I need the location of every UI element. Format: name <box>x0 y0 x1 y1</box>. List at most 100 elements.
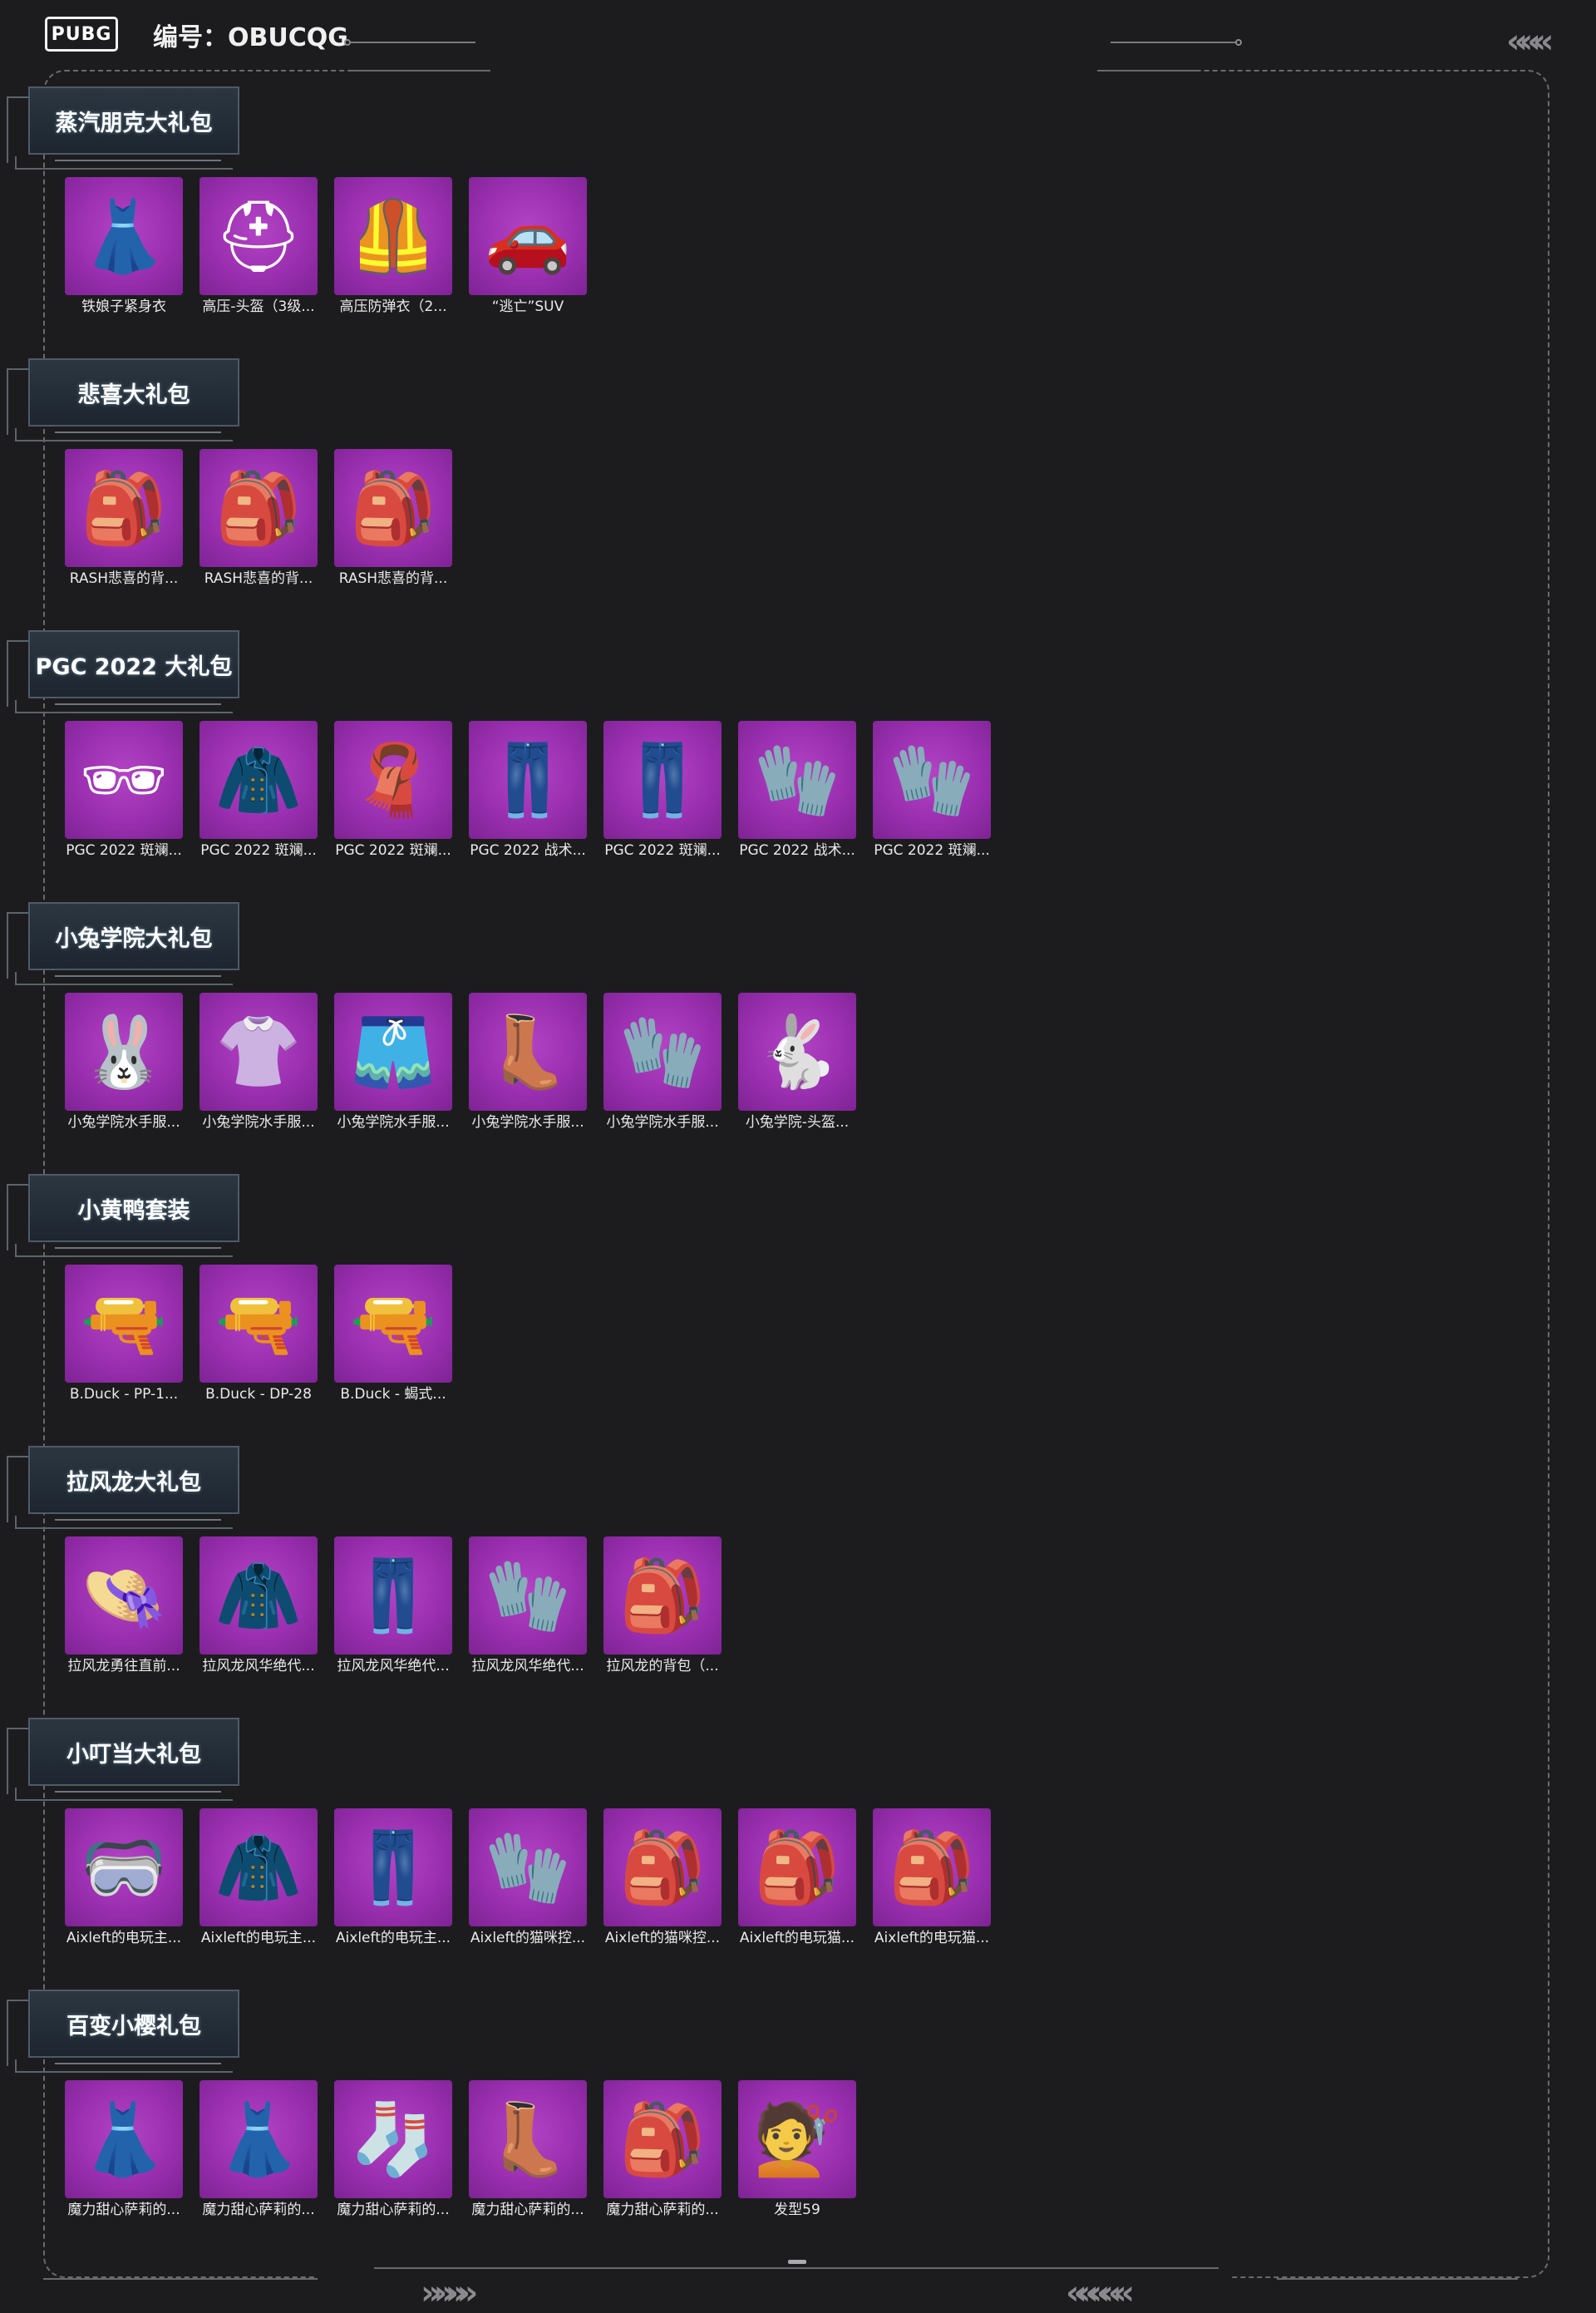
item-card[interactable]: 🧦 魔力甜心萨莉的... <box>334 2080 452 2220</box>
item-card[interactable]: 👗 魔力甜心萨莉的... <box>65 2080 183 2220</box>
item-card[interactable]: 👖 PGC 2022 战术... <box>469 721 587 861</box>
item-card[interactable]: 🦺 高压防弹衣（2... <box>334 177 452 317</box>
vest-icon: 🦺 <box>334 177 452 295</box>
gloves-icon: 🧤 <box>873 721 991 839</box>
item-label: 小兔学院水手服... <box>67 1114 180 1131</box>
item-row: 🐰 小兔学院水手服... 👚 小兔学院水手服... 🩳 小兔学院水手服... 👢 小兔学院水手… <box>65 993 873 1132</box>
item-card[interactable]: 🕶 PGC 2022 斑斓... <box>65 721 183 861</box>
item-image: 👖 <box>484 739 572 821</box>
gift-pack-section: PGC 2022 大礼包 🕶 PGC 2022 斑斓... 🧥 PGC 2022 斑斓.… <box>0 614 1596 885</box>
item-image: 🕶 <box>79 739 169 821</box>
item-card[interactable]: 🎒 RASH悲喜的背... <box>334 449 452 589</box>
section-title-badge: 小兔学院大礼包 <box>7 902 239 985</box>
item-image: 👢 <box>484 2098 572 2180</box>
item-card[interactable]: 👗 魔力甜心萨莉的... <box>200 2080 318 2220</box>
item-label: 拉风龙的背包（... <box>606 1658 719 1674</box>
item-card[interactable]: 🐇 小兔学院-头盔... <box>738 993 856 1132</box>
item-card[interactable]: 👒 拉风龙勇往直前... <box>65 1536 183 1676</box>
item-card[interactable]: 🎒 RASH悲喜的背... <box>200 449 318 589</box>
backpack-icon: 🎒 <box>873 1808 991 1926</box>
item-card[interactable]: 🧥 拉风龙风华绝代... <box>200 1536 318 1676</box>
item-label: 铁娘子紧身衣 <box>81 298 166 315</box>
item-card[interactable]: 🧤 小兔学院水手服... <box>603 993 722 1132</box>
gun-icon: 🔫 <box>334 1265 452 1383</box>
item-card[interactable]: 👢 魔力甜心萨莉的... <box>469 2080 587 2220</box>
item-image: 🐇 <box>753 1011 841 1092</box>
item-card[interactable]: 👖 拉风龙风华绝代... <box>334 1536 452 1676</box>
section-title: PGC 2022 大礼包 <box>35 653 233 680</box>
item-row: 👗 铁娘子紧身衣 ⛑ 高压-头盔（3级... 🦺 高压防弹衣（2... 🚗 “逃亡”SUV <box>65 177 603 317</box>
item-label: 小兔学院水手服... <box>202 1114 315 1131</box>
item-image: 🎒 <box>80 467 168 549</box>
gun-icon: 🔫 <box>65 1265 183 1383</box>
item-card[interactable]: 🎒 拉风龙的背包（... <box>603 1536 722 1676</box>
item-image: 🧥 <box>214 1555 303 1636</box>
item-card[interactable]: 🧥 Aixleft的电玩主... <box>200 1808 318 1948</box>
item-image: 🧤 <box>888 739 976 821</box>
item-card[interactable]: 🎒 魔力甜心萨莉的... <box>603 2080 722 2220</box>
boots-icon: 👢 <box>469 993 587 1111</box>
item-card[interactable]: 👢 小兔学院水手服... <box>469 993 587 1132</box>
item-image: 🧤 <box>484 1555 572 1636</box>
item-card[interactable]: 🔫 B.Duck - 蝎式... <box>334 1265 452 1404</box>
gift-pack-section: 小兔学院大礼包 🐰 小兔学院水手服... 👚 小兔学院水手服... 🩳 小兔学院水手服...… <box>0 885 1596 1157</box>
item-card[interactable]: 🎒 Aixleft的电玩猫... <box>738 1808 856 1948</box>
item-image: 🐰 <box>80 1011 168 1092</box>
item-card[interactable]: 👖 Aixleft的电玩主... <box>334 1808 452 1948</box>
item-card[interactable]: 🧤 拉风龙风华绝代... <box>469 1536 587 1676</box>
backpack-icon: 🎒 <box>65 449 183 567</box>
item-card[interactable]: 🧣 PGC 2022 斑斓... <box>334 721 452 861</box>
item-row: 🎒 RASH悲喜的背... 🎒 RASH悲喜的背... 🎒 RASH悲喜的背... <box>65 449 469 589</box>
header-line-left <box>351 42 475 43</box>
item-card[interactable]: 👖 PGC 2022 斑斓... <box>603 721 722 861</box>
jacket-icon: 🧥 <box>200 721 318 839</box>
item-card[interactable]: 🔫 B.Duck - PP-1... <box>65 1265 183 1404</box>
pants-icon: 👖 <box>603 721 722 839</box>
item-image: 🧤 <box>618 1011 707 1092</box>
pants-icon: 👖 <box>334 1536 452 1655</box>
item-card[interactable]: 🎒 Aixleft的猫咪控... <box>603 1808 722 1948</box>
item-card[interactable]: 🥽 Aixleft的电玩主... <box>65 1808 183 1948</box>
item-card[interactable]: 👗 铁娘子紧身衣 <box>65 177 183 317</box>
item-label: B.Duck - 蝎式... <box>340 1386 446 1403</box>
gift-pack-section: 蒸汽朋克大礼包 👗 铁娘子紧身衣 ⛑ 高压-头盔（3级... 🦺 高压防弹衣（2... 🚗 “逃… <box>0 70 1596 342</box>
item-card[interactable]: 🎒 RASH悲喜的背... <box>65 449 183 589</box>
item-card[interactable]: 🧤 PGC 2022 斑斓... <box>873 721 991 861</box>
item-card[interactable]: 🩳 小兔学院水手服... <box>334 993 452 1132</box>
line-dot <box>344 39 351 46</box>
item-card[interactable]: 👚 小兔学院水手服... <box>200 993 318 1132</box>
footer-line <box>374 2267 1219 2269</box>
item-image: 🔫 <box>214 1283 303 1364</box>
item-image: 🎒 <box>349 467 437 549</box>
badge-underline <box>55 160 221 161</box>
backpack-icon: 🎒 <box>738 1808 856 1926</box>
item-card[interactable]: ⛑ 高压-头盔（3级... <box>200 177 318 317</box>
item-label: Aixleft的猫咪控... <box>604 1930 721 1946</box>
item-label: 高压防弹衣（2... <box>339 298 447 315</box>
item-card[interactable]: 🔫 B.Duck - DP-28 <box>200 1265 318 1404</box>
item-card[interactable]: 🐰 小兔学院水手服... <box>65 993 183 1132</box>
item-image: 🎒 <box>618 2098 707 2180</box>
item-label: RASH悲喜的背... <box>338 570 448 587</box>
item-label: PGC 2022 战术... <box>739 842 855 859</box>
item-label: 魔力甜心萨莉的... <box>606 2202 719 2218</box>
item-card[interactable]: 🧥 PGC 2022 斑斓... <box>200 721 318 861</box>
backpack-icon: 🎒 <box>603 1808 722 1926</box>
item-label: 高压-头盔（3级... <box>202 298 315 315</box>
item-label: Aixleft的电玩主... <box>200 1930 317 1946</box>
item-card[interactable]: 🚗 “逃亡”SUV <box>469 177 587 317</box>
item-card[interactable]: 🎒 Aixleft的电玩猫... <box>873 1808 991 1948</box>
gloves-icon: 🧤 <box>469 1808 587 1926</box>
item-image: 🦺 <box>349 195 437 277</box>
item-card[interactable]: 🧤 Aixleft的猫咪控... <box>469 1808 587 1948</box>
helmet-icon: ⛑ <box>200 177 318 295</box>
item-label: Aixleft的电玩主... <box>335 1930 451 1946</box>
item-label: PGC 2022 斑斓... <box>874 842 990 859</box>
item-label: 小兔学院水手服... <box>471 1114 584 1131</box>
item-image: 🎒 <box>888 1827 976 1908</box>
item-row: 👗 魔力甜心萨莉的... 👗 魔力甜心萨莉的... 🧦 魔力甜心萨莉的... 👢 魔力甜心萨莉… <box>65 2080 873 2220</box>
item-image: 🧤 <box>753 739 841 821</box>
gift-pack-section: 百变小樱礼包 👗 魔力甜心萨莉的... 👗 魔力甜心萨莉的... 🧦 魔力甜心萨莉的... 👢… <box>0 1973 1596 2245</box>
item-card[interactable]: 🧤 PGC 2022 战术... <box>738 721 856 861</box>
item-card[interactable]: 💇 发型59 <box>738 2080 856 2220</box>
